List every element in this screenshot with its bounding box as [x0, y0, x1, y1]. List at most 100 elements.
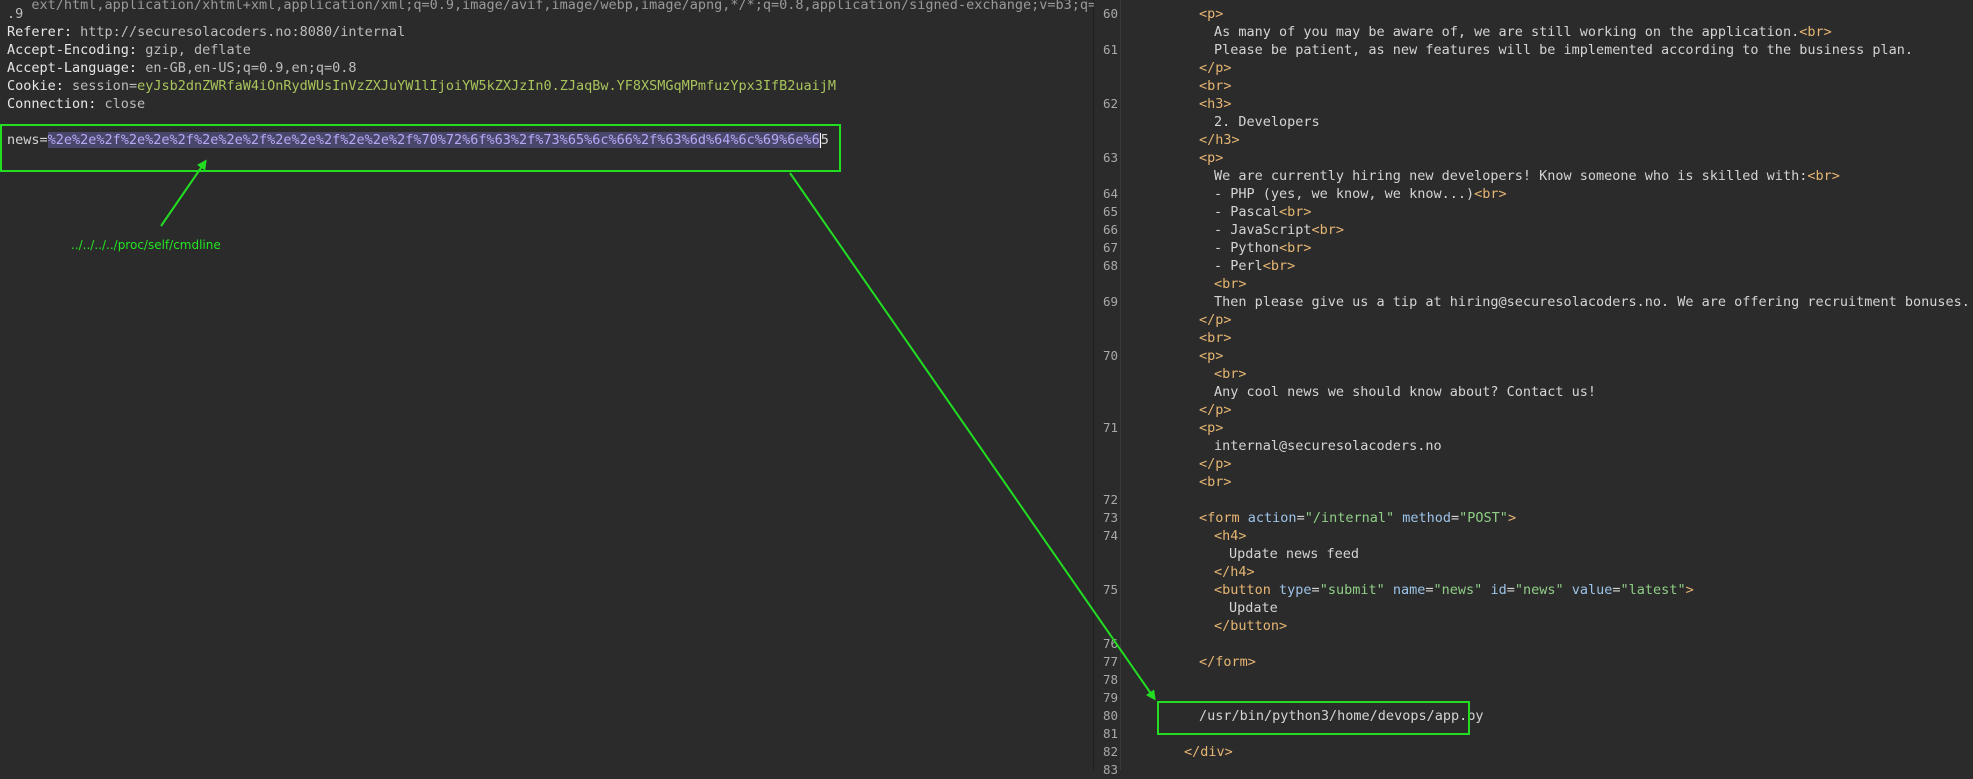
header-value: en-GB,en-US;q=0.9,en;q=0.8	[145, 60, 357, 76]
decoded-path-annotation: ../../../../proc/self/cmdline	[71, 238, 221, 252]
eq: =	[1612, 582, 1621, 598]
text-content: Update	[1229, 600, 1278, 616]
attr-action-value: "/internal"	[1304, 510, 1395, 526]
line-number: 76	[1102, 636, 1118, 651]
html-tag: </div>	[1184, 744, 1233, 760]
line-number: 62	[1102, 96, 1118, 111]
line-number: 60	[1102, 6, 1118, 21]
html-tag: <br>	[1199, 78, 1232, 94]
header-colon: :	[63, 24, 81, 40]
code-line: </p>	[1199, 401, 1232, 419]
html-tag: </p>	[1199, 402, 1232, 418]
br-tag: <br>	[1311, 222, 1345, 238]
html-tag: <br>	[1199, 474, 1232, 490]
header-value: gzip, deflate	[145, 42, 251, 58]
line-number: 61	[1102, 42, 1118, 57]
line-number: 70	[1102, 348, 1118, 363]
code-line: </div>	[1184, 743, 1233, 761]
code-line: <br>	[1199, 77, 1232, 95]
line-number: 67	[1102, 240, 1118, 255]
attr-name: name	[1392, 582, 1426, 598]
html-tag: <br>	[1214, 366, 1247, 382]
line-number: 82	[1102, 744, 1118, 759]
html-tag: <br>	[1199, 330, 1232, 346]
text-content: - Perl	[1214, 258, 1263, 274]
attr-value-value: "latest"	[1620, 582, 1686, 598]
br-tag: <br>	[1807, 168, 1840, 184]
header-accept-language: Accept-Language: en-GB,en-US;q=0.9,en;q=…	[7, 59, 357, 77]
code-line: Update news feed	[1229, 545, 1359, 563]
text-content: - PHP (yes, we know, we know...)	[1214, 186, 1475, 202]
attr-type-value: "submit"	[1319, 582, 1385, 598]
header-name: Accept-Language	[7, 60, 129, 76]
text-content: - Pascal	[1214, 204, 1280, 220]
header-name: Connection	[7, 96, 89, 112]
html-tag: </p>	[1199, 456, 1232, 472]
eq: =	[1506, 582, 1515, 598]
line-number: 71	[1102, 420, 1118, 435]
header-colon: :	[128, 42, 146, 58]
code-line: </h4>	[1214, 563, 1255, 581]
attr-id: id	[1490, 582, 1507, 598]
code-line: <br>	[1214, 275, 1247, 293]
code-line: <h3>	[1199, 95, 1232, 113]
code-line: <br>	[1199, 329, 1232, 347]
header-name: Referer	[7, 24, 64, 40]
attr-method-value: "POST"	[1459, 510, 1508, 526]
header-colon: :	[88, 96, 105, 112]
line-number: 72	[1102, 492, 1118, 507]
tag-close: >	[1685, 582, 1694, 598]
header-value: http://securesolacoders.no:8080/internal	[80, 24, 406, 40]
line-number: 66	[1102, 222, 1118, 237]
br-tag: <br>	[1279, 204, 1312, 220]
line-number: 77	[1102, 654, 1118, 669]
html-tag: <h3>	[1199, 96, 1232, 112]
accept-header-cut: ext/html,application/xhtml+xml,applicati…	[7, 0, 1105, 13]
line-number: 78	[1102, 672, 1118, 687]
html-tag: <br>	[1214, 276, 1247, 292]
accept-header-wrap: .9	[7, 6, 24, 22]
code-line: - JavaScript<br>	[1214, 221, 1344, 239]
cmdline-result-highlight-box	[1157, 701, 1470, 735]
text-content: 2. Developers	[1214, 114, 1320, 130]
html-tag: <h4>	[1214, 528, 1247, 544]
html-tag: </h3>	[1199, 132, 1240, 148]
code-line: </p>	[1199, 455, 1232, 473]
line-number: 65	[1102, 204, 1118, 219]
text-content: As many of you may be aware of, we are s…	[1214, 24, 1800, 40]
tag-close: >	[1507, 510, 1517, 526]
code-line: - Perl<br>	[1214, 257, 1295, 275]
br-tag: <br>	[1799, 24, 1832, 40]
text-content: internal@securesolacoders.no	[1214, 438, 1442, 454]
code-line: Any cool news we should know about? Cont…	[1214, 383, 1596, 401]
eq: =	[1311, 582, 1320, 598]
text-content: Please be patient, as new features will …	[1214, 42, 1913, 58]
header-accept-encoding: Accept-Encoding: gzip, deflate	[7, 41, 251, 59]
code-line: <form action="/internal" method="POST">	[1199, 509, 1516, 527]
code-line: - PHP (yes, we know, we know...)<br>	[1214, 185, 1507, 203]
tag-button-open: <button	[1214, 582, 1280, 598]
line-number: 69	[1102, 294, 1118, 309]
line-number: 83	[1102, 762, 1118, 777]
cookie-value: eyJsb2dnZWRfaW4iOnRydWUsInVzZXJuYW1lIjoi…	[137, 78, 837, 94]
cookie-key: session=	[72, 78, 138, 94]
code-line: </h3>	[1199, 131, 1240, 149]
code-line: </form>	[1199, 653, 1256, 671]
line-number: 79	[1102, 690, 1118, 705]
html-tag: </form>	[1199, 654, 1256, 670]
header-value: close	[104, 96, 146, 112]
html-tag: <p>	[1199, 420, 1224, 436]
line-number: 80	[1102, 708, 1118, 723]
line-number: 75	[1102, 582, 1118, 597]
header-name: Cookie	[7, 78, 56, 94]
request-editor-pane[interactable]: ext/html,application/xhtml+xml,applicati…	[0, 0, 1104, 770]
html-tag: </button>	[1214, 618, 1288, 634]
line-number: 68	[1102, 258, 1118, 273]
code-line: <h4>	[1214, 527, 1247, 545]
code-line: <br>	[1214, 365, 1247, 383]
text-content: Then please give us a tip at hiring@secu…	[1214, 294, 1970, 310]
attr-type: type	[1279, 582, 1312, 598]
line-number: 73	[1102, 510, 1118, 525]
